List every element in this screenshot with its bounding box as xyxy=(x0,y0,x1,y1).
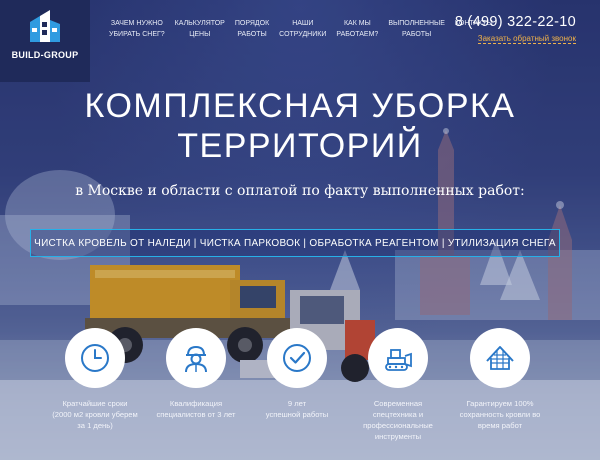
hero-title: КОМПЛЕКСНАЯ УБОРКА ТЕРРИТОРИЙ xyxy=(84,87,516,165)
bulldozer-icon xyxy=(385,349,412,371)
feature-equipment: Современная спецтехника и профессиональн… xyxy=(348,328,448,442)
worker-icon xyxy=(185,345,207,373)
callback-link[interactable]: Заказать обратный звонок xyxy=(477,34,576,44)
nav-item-work-order[interactable]: ПОРЯДОК РАБОТЫ xyxy=(230,18,274,40)
phone-number[interactable]: 8 (499) 322-22-10 xyxy=(455,14,576,30)
feature-text: 9 лет успешной работы xyxy=(265,399,329,419)
roof-icon xyxy=(486,346,514,370)
nav-item-why-remove-snow[interactable]: ЗАЧЕМ НУЖНО УБИРАТЬ СНЕГ? xyxy=(104,18,170,40)
nav-item-price-calculator[interactable]: КАЛЬКУЛЯТОР ЦЕНЫ xyxy=(170,18,230,40)
hero-subtitle: в Москве и области с оплатой по факту вы… xyxy=(75,183,525,199)
feature-icon-circle xyxy=(368,328,428,388)
feature-text: Гарантируем 100% сохранность кровли во в… xyxy=(459,399,541,430)
feature-text: Квалификация специалистов от 3 лет xyxy=(156,399,236,419)
feature-qualification: Квалификация специалистов от 3 лет xyxy=(146,328,246,420)
feature-icon-circle xyxy=(267,328,327,388)
nav-item-completed-works[interactable]: ВЫПОЛНЕННЫЕ РАБОТЫ xyxy=(383,18,450,40)
nav-item-how-we-work[interactable]: КАК МЫ РАБОТАЕМ? xyxy=(331,18,383,40)
clock-icon xyxy=(81,344,109,372)
feature-text: Кратчайшие сроки (2000 м2 кровли уберем … xyxy=(52,399,138,430)
feature-years: 9 лет успешной работы xyxy=(247,328,347,420)
logo-text: BUILD-GROUP xyxy=(11,50,79,60)
logo[interactable]: BUILD-GROUP xyxy=(0,0,90,82)
building-logo-icon xyxy=(30,10,60,42)
feature-roof-safety: Гарантируем 100% сохранность кровли во в… xyxy=(450,328,550,431)
nav-item-our-staff[interactable]: НАШИ СОТРУДНИКИ xyxy=(274,18,331,40)
main-nav: ЗАЧЕМ НУЖНО УБИРАТЬ СНЕГ? КАЛЬКУЛЯТОР ЦЕ… xyxy=(104,18,498,40)
features-row: Кратчайшие сроки (2000 м2 кровли уберем … xyxy=(50,328,570,458)
feature-text: Современная спецтехника и профессиональн… xyxy=(363,399,433,441)
services-banner: ЧИСТКА КРОВЕЛЬ ОТ НАЛЕДИ | ЧИСТКА ПАРКОВ… xyxy=(30,229,560,257)
feature-icon-circle xyxy=(65,328,125,388)
checkmark-icon xyxy=(283,344,311,372)
feature-icon-circle xyxy=(470,328,530,388)
feature-deadlines: Кратчайшие сроки (2000 м2 кровли уберем … xyxy=(45,328,145,431)
feature-icon-circle xyxy=(166,328,226,388)
